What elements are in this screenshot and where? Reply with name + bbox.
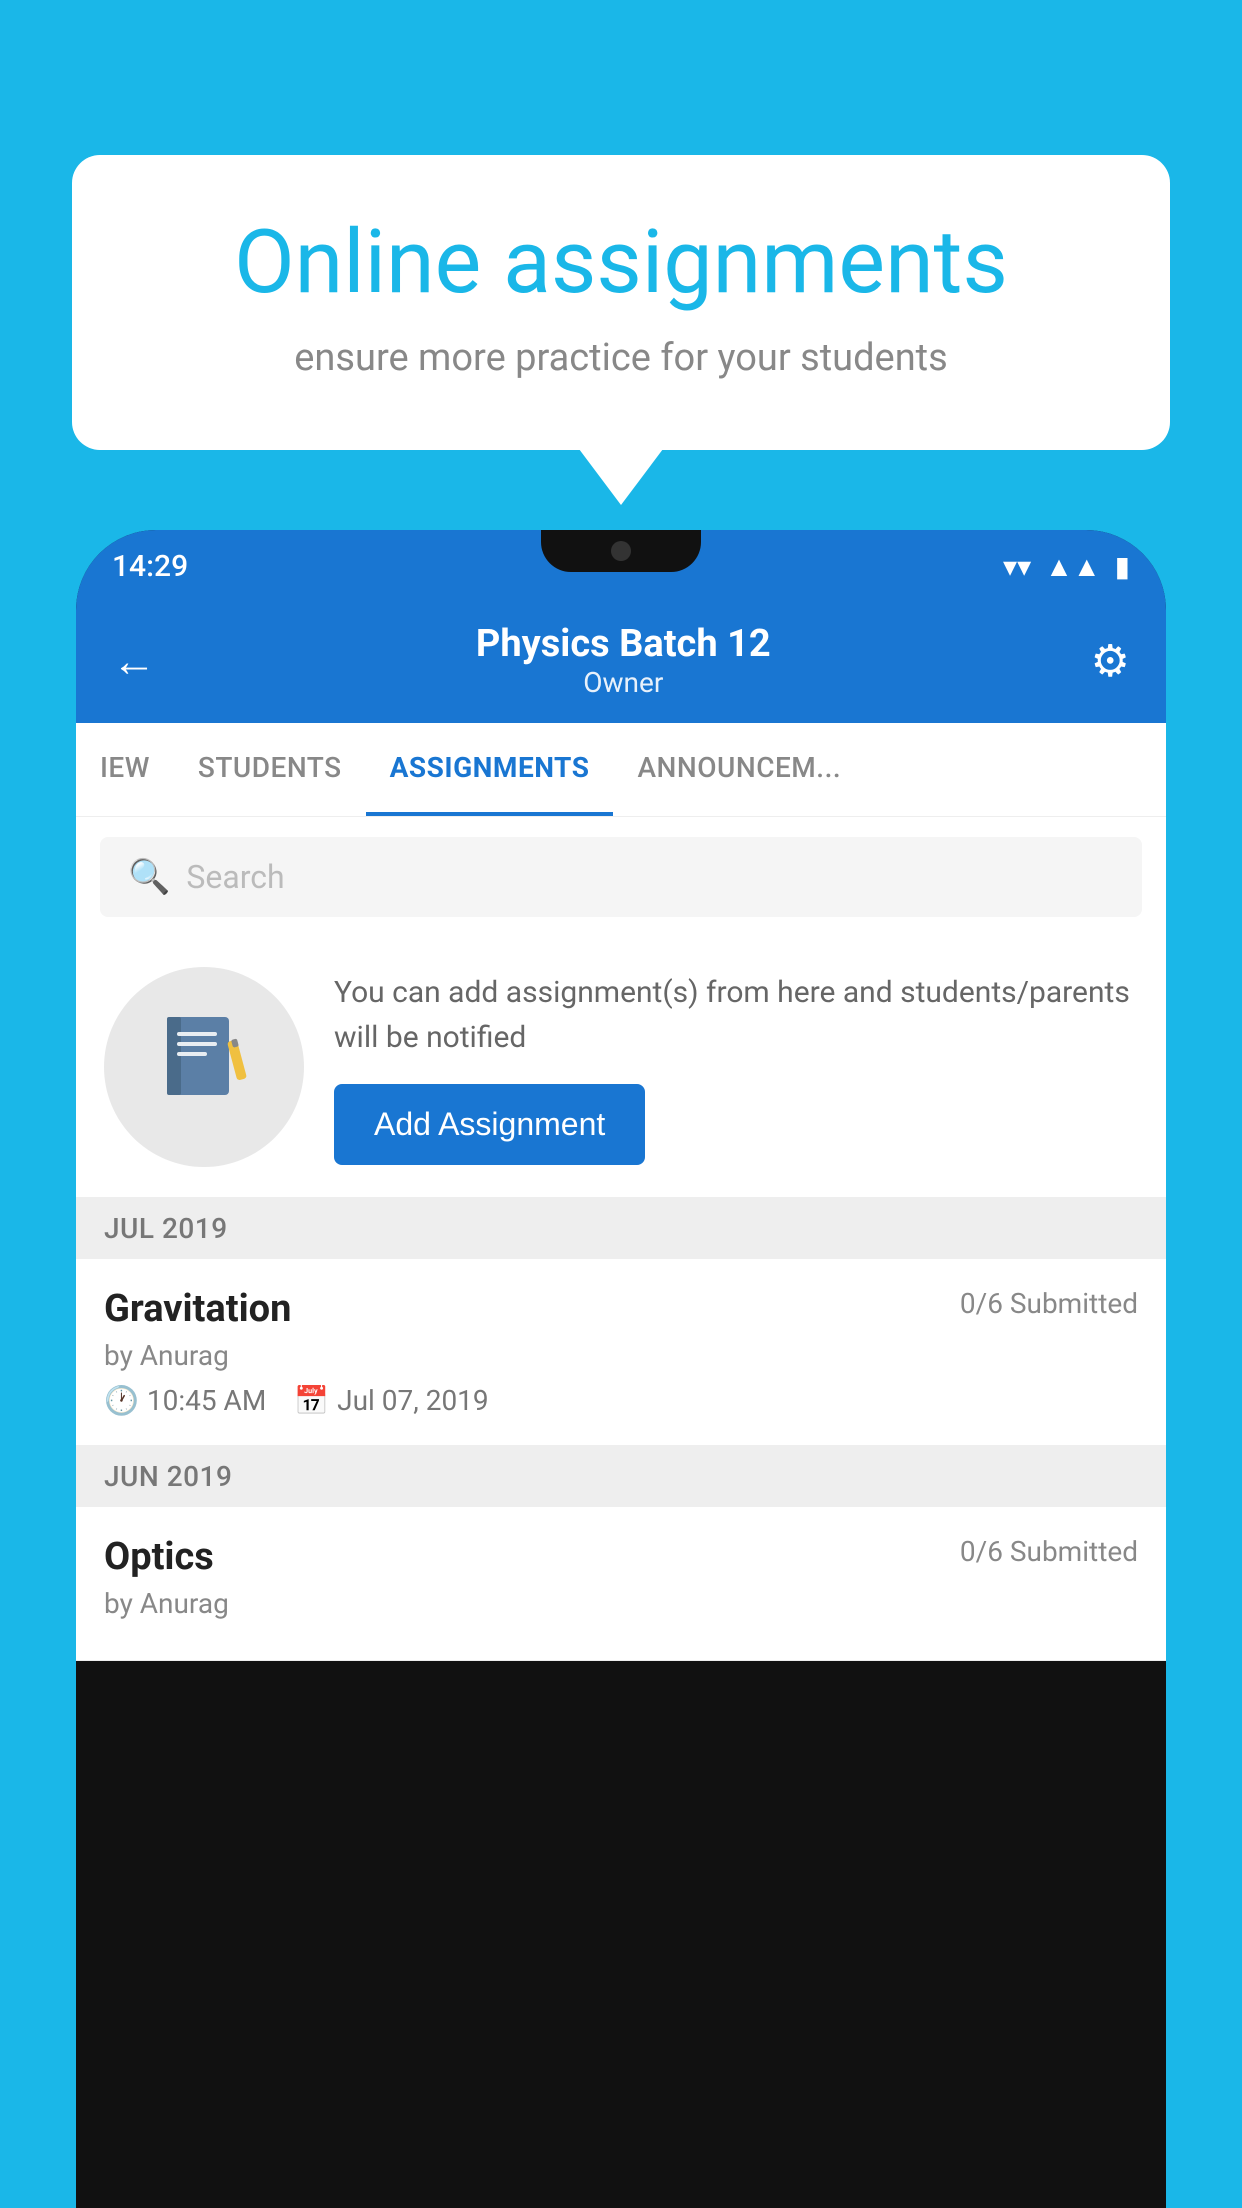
search-icon: 🔍: [128, 857, 170, 897]
calendar-icon: 📅: [294, 1384, 329, 1417]
tab-students[interactable]: STUDENTS: [174, 723, 366, 816]
tabs-container: IEW STUDENTS ASSIGNMENTS ANNOUNCEM...: [76, 723, 1166, 817]
clock-icon: 🕐: [104, 1384, 139, 1417]
tab-announcements[interactable]: ANNOUNCEM...: [613, 723, 865, 816]
status-time: 14:29: [112, 549, 188, 584]
optics-name: Optics: [104, 1535, 214, 1579]
section-header-jun: JUN 2019: [76, 1446, 1166, 1507]
promo-content: You can add assignment(s) from here and …: [334, 970, 1138, 1165]
search-placeholder: Search: [186, 858, 284, 896]
signal-icon: ▲▲: [1045, 550, 1100, 583]
assignment-submitted: 0/6 Submitted: [960, 1287, 1138, 1320]
phone-screen: 🔍 Search: [76, 817, 1166, 1661]
promo-icon-circle: [104, 967, 304, 1167]
status-icons: ▾▾ ▲▲ ▮: [1003, 550, 1130, 583]
optics-submitted: 0/6 Submitted: [960, 1535, 1138, 1568]
search-bar-container: 🔍 Search: [76, 817, 1166, 937]
batch-subtitle: Owner: [476, 666, 771, 699]
assignment-row-top-optics: Optics 0/6 Submitted: [104, 1535, 1138, 1579]
section-label-jun: JUN 2019: [104, 1460, 232, 1493]
assignment-time-value: 10:45 AM: [147, 1384, 266, 1417]
promo-description: You can add assignment(s) from here and …: [334, 970, 1138, 1060]
status-bar: 14:29 ▾▾ ▲▲ ▮: [76, 530, 1166, 602]
notebook-icon: [159, 1012, 249, 1122]
camera-dot: [611, 541, 631, 561]
wifi-icon: ▾▾: [1003, 550, 1031, 583]
speech-bubble: Online assignments ensure more practice …: [72, 155, 1170, 450]
battery-icon: ▮: [1115, 550, 1130, 583]
app-header: ← Physics Batch 12 Owner ⚙: [76, 602, 1166, 723]
phone-frame: 14:29 ▾▾ ▲▲ ▮ ← Physics Batch 12 Owner ⚙…: [76, 530, 1166, 2208]
notch: [541, 530, 701, 572]
assignment-item-gravitation[interactable]: Gravitation 0/6 Submitted by Anurag 🕐 10…: [76, 1259, 1166, 1446]
tab-iew[interactable]: IEW: [76, 723, 174, 816]
assignment-date: 📅 Jul 07, 2019: [294, 1384, 488, 1417]
settings-button[interactable]: ⚙: [1091, 635, 1130, 687]
search-bar[interactable]: 🔍 Search: [100, 837, 1142, 917]
speech-bubble-container: Online assignments ensure more practice …: [72, 155, 1170, 450]
tab-assignments[interactable]: ASSIGNMENTS: [366, 723, 614, 816]
header-center: Physics Batch 12 Owner: [476, 622, 771, 699]
bubble-subtitle: ensure more practice for your students: [152, 336, 1090, 380]
assignment-date-value: Jul 07, 2019: [337, 1384, 489, 1417]
section-label-jul: JUL 2019: [104, 1212, 228, 1245]
add-assignment-button[interactable]: Add Assignment: [334, 1084, 645, 1165]
optics-by: by Anurag: [104, 1587, 1138, 1620]
assignment-item-optics[interactable]: Optics 0/6 Submitted by Anurag: [76, 1507, 1166, 1661]
back-button[interactable]: ←: [112, 635, 156, 687]
promo-section: You can add assignment(s) from here and …: [76, 937, 1166, 1198]
assignment-row-top: Gravitation 0/6 Submitted: [104, 1287, 1138, 1331]
assignment-meta: 🕐 10:45 AM 📅 Jul 07, 2019: [104, 1384, 1138, 1417]
assignment-by: by Anurag: [104, 1339, 1138, 1372]
batch-title: Physics Batch 12: [476, 622, 771, 666]
section-header-jul: JUL 2019: [76, 1198, 1166, 1259]
assignment-time: 🕐 10:45 AM: [104, 1384, 266, 1417]
assignment-name: Gravitation: [104, 1287, 291, 1331]
bubble-title: Online assignments: [152, 215, 1090, 312]
